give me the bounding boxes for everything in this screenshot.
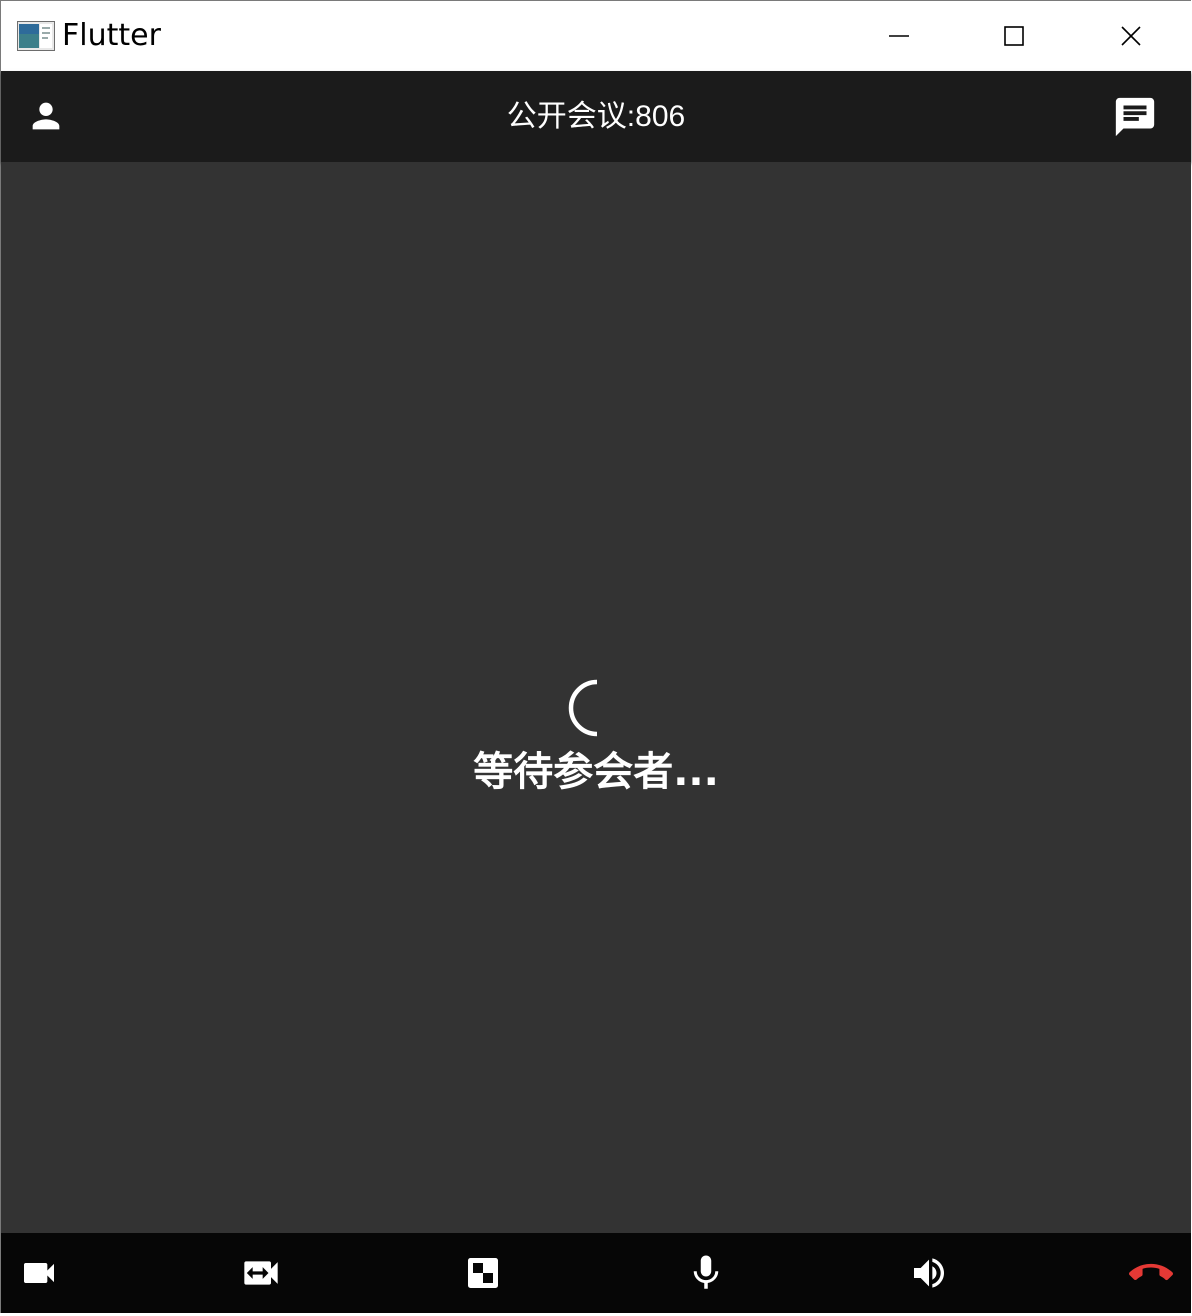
window-title: Flutter bbox=[62, 18, 161, 53]
chat-button[interactable] bbox=[1111, 93, 1159, 141]
minimize-button[interactable] bbox=[841, 1, 957, 71]
loading-spinner bbox=[568, 679, 598, 737]
app-window: Flutter 公开会议:806 等待参会者... bbox=[0, 0, 1191, 1313]
waiting-status-text: 等待参会者... bbox=[473, 749, 719, 795]
call-controls-toolbar bbox=[1, 1233, 1191, 1313]
participants-button[interactable] bbox=[23, 93, 69, 139]
layout-toggle-button[interactable] bbox=[459, 1249, 507, 1297]
maximize-icon bbox=[1004, 26, 1024, 46]
call-end-icon bbox=[1129, 1263, 1173, 1281]
videocam-icon bbox=[24, 1263, 54, 1283]
app-bar: 公开会议:806 bbox=[1, 71, 1191, 162]
video-stage: 等待参会者... bbox=[1, 162, 1191, 1233]
microphone-button[interactable] bbox=[682, 1249, 730, 1297]
volume-up-icon bbox=[914, 1258, 944, 1288]
minimize-icon bbox=[889, 35, 909, 37]
meeting-title: 公开会议:806 bbox=[506, 100, 686, 133]
close-icon bbox=[1121, 26, 1141, 46]
hang-up-button[interactable] bbox=[1127, 1249, 1175, 1297]
toggle-camera-button[interactable] bbox=[15, 1249, 63, 1297]
switch-video-icon bbox=[244, 1261, 278, 1285]
speaker-button[interactable] bbox=[905, 1249, 953, 1297]
close-button[interactable] bbox=[1073, 1, 1189, 71]
maximize-button[interactable] bbox=[956, 1, 1072, 71]
window-titlebar[interactable]: Flutter bbox=[1, 0, 1191, 71]
chat-icon bbox=[1115, 97, 1155, 137]
switch-camera-button[interactable] bbox=[237, 1249, 285, 1297]
mic-icon bbox=[693, 1255, 719, 1289]
flip-layout-icon bbox=[468, 1258, 498, 1288]
person-icon bbox=[32, 102, 60, 130]
flutter-app-icon bbox=[17, 21, 55, 51]
